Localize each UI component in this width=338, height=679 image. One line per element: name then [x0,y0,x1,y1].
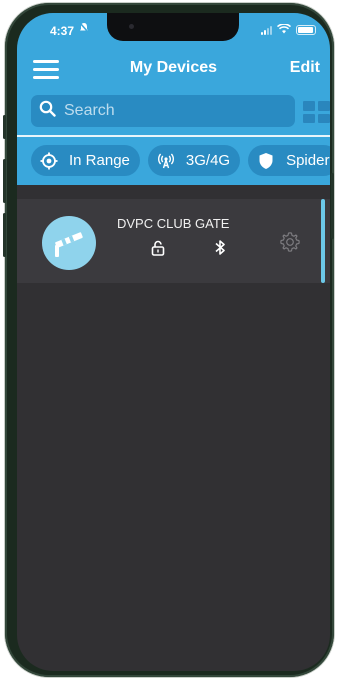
status-bar: 4:37 [17,13,330,43]
grid-view-icon[interactable] [303,101,330,123]
filter-chip-in-range[interactable]: In Range [31,145,140,176]
search-box[interactable] [31,95,295,127]
device-row[interactable]: DVPC CLUB GATE [17,199,330,283]
filter-chip-label: Spider [286,152,330,169]
filter-chip-label: In Range [69,152,130,169]
bluetooth-icon [215,239,226,261]
phone-frame: 4:37 My Devices Edit Search In Range 3G/… [3,3,334,677]
filter-chip-spider[interactable]: Spider [248,145,330,176]
device-name: DVPC CLUB GATE [117,216,230,231]
scroll-indicator [321,199,325,283]
target-icon [39,151,59,171]
wifi-icon [276,23,292,37]
mute-switch [3,115,6,139]
page-title: My Devices [129,59,218,76]
search-input[interactable] [62,101,286,121]
antenna-icon [156,151,176,171]
search-icon [39,100,56,122]
app-header: 4:37 My Devices Edit Search In Range 3G/… [17,13,330,185]
battery-icon [296,25,316,35]
power-button [331,173,334,239]
shield-icon [256,151,276,171]
camera-notch [107,13,239,41]
status-time: 4:37 [50,24,75,38]
silent-bell-icon [79,22,89,36]
unlocked-padlock-icon [151,240,165,261]
header-divider [17,135,330,137]
app-screen: 4:37 My Devices Edit Search In Range 3G/… [17,13,330,671]
gate-barrier-icon [42,216,96,270]
volume-down-button [3,213,6,257]
filter-chip-label: 3G/4G [185,152,231,169]
filter-chips: In Range 3G/4G Spider [31,145,330,176]
edit-button[interactable]: Edit [290,59,320,77]
volume-up-button [3,159,6,203]
nav-bar: My Devices Edit [17,51,330,85]
filter-chip-3g4g[interactable]: 3G/4G [147,145,241,176]
device-settings-gear-icon[interactable] [279,231,301,258]
status-icons [261,23,316,37]
cellular-signal-icon [261,25,272,35]
